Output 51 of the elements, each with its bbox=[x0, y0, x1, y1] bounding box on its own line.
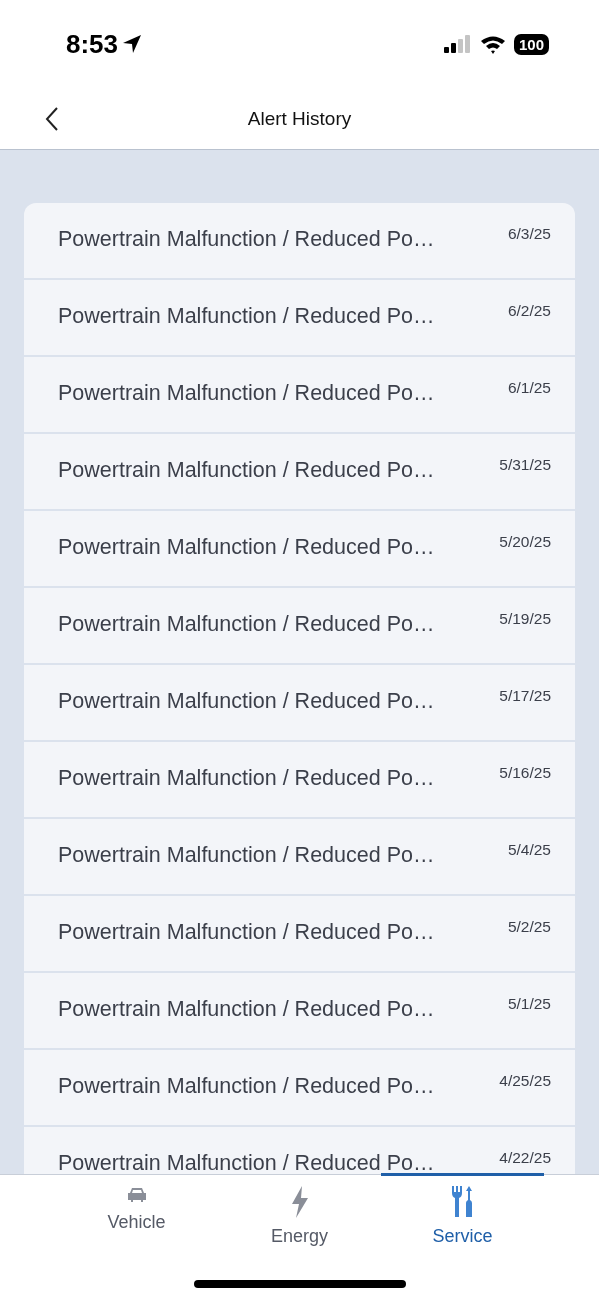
alert-row[interactable]: Powertrain Malfunction / Reduced Po… 5/4/25 bbox=[24, 819, 575, 894]
alert-title: Powertrain Malfunction / Reduced Po… bbox=[58, 689, 436, 714]
page-title: Alert History bbox=[247, 107, 352, 130]
alert-date: 4/22/25 bbox=[499, 1149, 551, 1167]
alert-date: 4/25/25 bbox=[499, 1072, 551, 1090]
wifi-icon bbox=[479, 34, 506, 54]
alert-date: 5/31/25 bbox=[499, 456, 551, 474]
alert-title: Powertrain Malfunction / Reduced Po… bbox=[58, 1074, 436, 1099]
alert-date: 5/20/25 bbox=[499, 533, 551, 551]
signal-icon bbox=[443, 35, 472, 53]
status-time: 8:53 bbox=[66, 28, 119, 60]
alert-row[interactable]: Powertrain Malfunction / Reduced Po… 6/2/25 bbox=[24, 280, 575, 355]
alert-title: Powertrain Malfunction / Reduced Po… bbox=[58, 1151, 436, 1174]
alert-title: Powertrain Malfunction / Reduced Po… bbox=[58, 920, 436, 945]
alert-row[interactable]: Powertrain Malfunction / Reduced Po… 5/1/25 bbox=[24, 973, 575, 1048]
alert-date: 5/4/25 bbox=[507, 841, 551, 859]
alert-title: Powertrain Malfunction / Reduced Po… bbox=[58, 304, 436, 329]
alert-title: Powertrain Malfunction / Reduced Po… bbox=[58, 381, 436, 406]
alert-date: 6/2/25 bbox=[507, 302, 551, 320]
alert-row[interactable]: Powertrain Malfunction / Reduced Po… 6/3/25 bbox=[24, 203, 575, 278]
alert-date: 6/3/25 bbox=[507, 225, 551, 243]
alert-title: Powertrain Malfunction / Reduced Po… bbox=[58, 766, 436, 791]
alert-date: 5/19/25 bbox=[499, 610, 551, 628]
alert-row[interactable]: Powertrain Malfunction / Reduced Po… 6/1/25 bbox=[24, 357, 575, 432]
alert-row[interactable]: Powertrain Malfunction / Reduced Po… 4/25/25 bbox=[24, 1050, 575, 1125]
alert-row[interactable]: Powertrain Malfunction / Reduced Po… 4/22/25 bbox=[24, 1127, 575, 1174]
alert-row[interactable]: Powertrain Malfunction / Reduced Po… 5/17/25 bbox=[24, 665, 575, 740]
alert-date: 6/1/25 bbox=[507, 379, 551, 397]
battery-level: 100 bbox=[513, 33, 549, 55]
alert-title: Powertrain Malfunction / Reduced Po… bbox=[58, 843, 436, 868]
tab[interactable]: Energy bbox=[218, 1173, 381, 1253]
alert-date: 5/2/25 bbox=[507, 918, 551, 936]
alert-date: 5/1/25 bbox=[507, 995, 551, 1013]
alert-date: 5/16/25 bbox=[499, 764, 551, 782]
tab[interactable]: Service bbox=[381, 1173, 544, 1253]
alert-title: Powertrain Malfunction / Reduced Po… bbox=[58, 997, 436, 1022]
alert-title: Powertrain Malfunction / Reduced Po… bbox=[58, 535, 436, 560]
alert-row[interactable]: Powertrain Malfunction / Reduced Po… 5/2/25 bbox=[24, 896, 575, 971]
alert-row[interactable]: Powertrain Malfunction / Reduced Po… 5/20/25 bbox=[24, 511, 575, 586]
alert-title: Powertrain Malfunction / Reduced Po… bbox=[58, 612, 436, 637]
lightning-bolt-icon bbox=[289, 1186, 310, 1218]
alert-row[interactable]: Powertrain Malfunction / Reduced Po… 5/16/25 bbox=[24, 742, 575, 817]
back-icon[interactable] bbox=[44, 106, 60, 132]
alert-row[interactable]: Powertrain Malfunction / Reduced Po… 5/19/25 bbox=[24, 588, 575, 663]
alert-date: 5/17/25 bbox=[499, 687, 551, 705]
tab[interactable]: Vehicle bbox=[55, 1173, 218, 1253]
alert-row[interactable]: Powertrain Malfunction / Reduced Po… 5/31/25 bbox=[24, 434, 575, 509]
location-arrow-icon bbox=[122, 34, 143, 54]
car-icon bbox=[125, 1186, 148, 1204]
alert-title: Powertrain Malfunction / Reduced Po… bbox=[58, 227, 436, 252]
alert-title: Powertrain Malfunction / Reduced Po… bbox=[58, 458, 436, 483]
